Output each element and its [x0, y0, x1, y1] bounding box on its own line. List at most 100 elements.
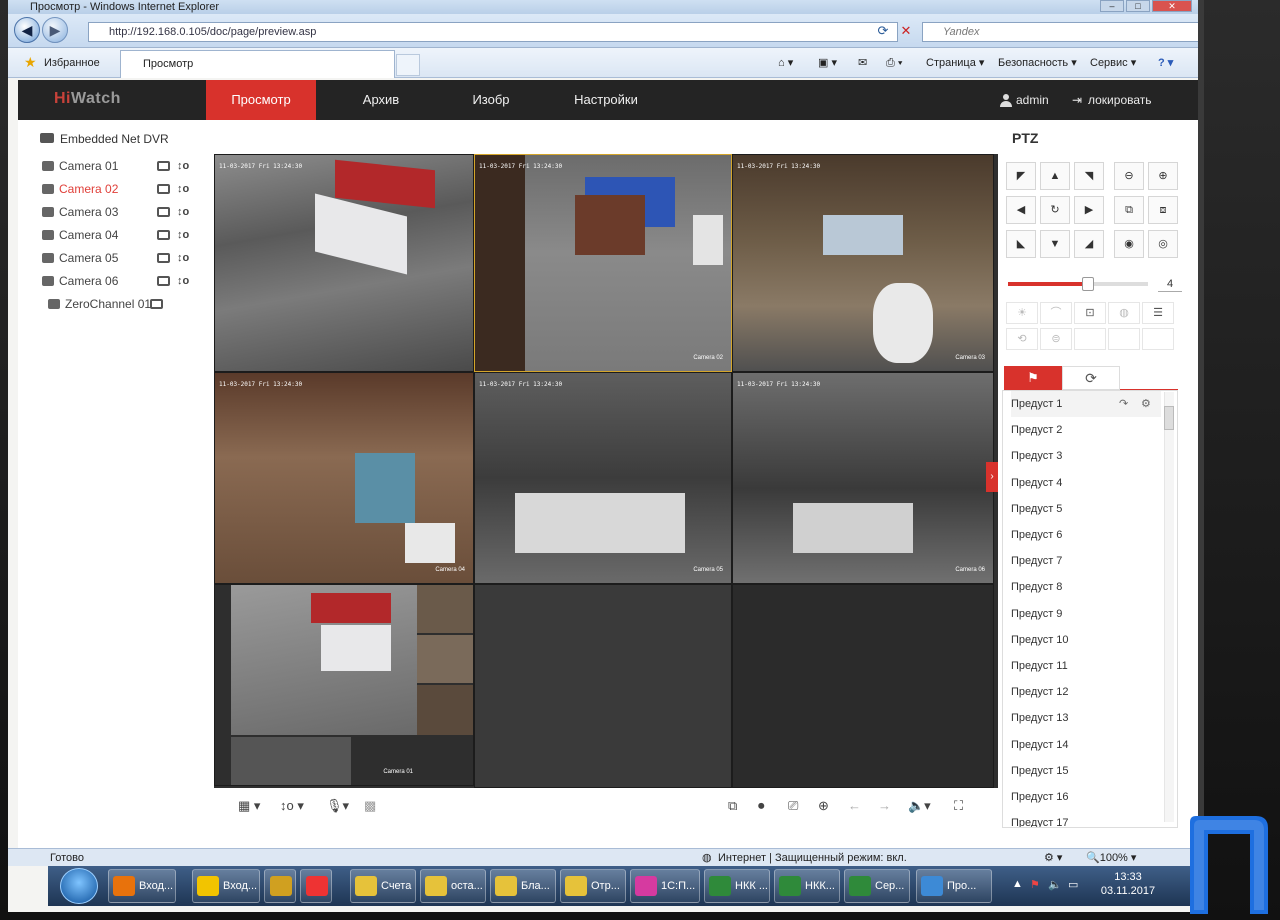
menu-icon[interactable]: ☰: [1142, 302, 1174, 324]
record-icon[interactable]: [157, 253, 170, 263]
home-icon[interactable]: ⌂ ▾: [778, 56, 793, 70]
zoom-level[interactable]: 🔍100% ▾: [1086, 849, 1136, 867]
ptz-up-right-button[interactable]: ◥: [1074, 162, 1104, 190]
focus-assist-icon[interactable]: ⊡: [1074, 302, 1106, 324]
stop-all-icon[interactable]: ⧉: [728, 798, 737, 814]
menu-page[interactable]: Страница ▾: [926, 56, 984, 70]
stream-icon[interactable]: ↕o: [177, 159, 190, 173]
manual-track-icon[interactable]: ⟲: [1006, 328, 1038, 350]
ptz-right-button[interactable]: ▶: [1074, 196, 1104, 224]
video-tile-2[interactable]: 11-03-2017 Fri 13:24:30 Camera 02: [474, 154, 732, 372]
preset-scrollbar[interactable]: [1164, 392, 1174, 822]
search-input[interactable]: Yandex: [922, 22, 1198, 42]
ptz-left-button[interactable]: ◀: [1006, 196, 1036, 224]
preset-item[interactable]: Предуст 2: [1011, 417, 1161, 443]
zoom-in-icon[interactable]: ⊕: [1148, 162, 1178, 190]
call-preset-icon[interactable]: ↷: [1119, 391, 1128, 417]
video-tile-9-empty[interactable]: [732, 584, 994, 788]
taskbar-app[interactable]: Счета: [350, 869, 416, 903]
fullscreen-icon[interactable]: ⛶: [954, 798, 963, 814]
back-button[interactable]: ◀: [14, 17, 40, 43]
new-tab-button[interactable]: [396, 54, 420, 76]
taskbar-app[interactable]: Вход...: [108, 869, 176, 903]
minimize-button[interactable]: –: [1100, 0, 1124, 12]
stop-icon[interactable]: ✕: [896, 22, 916, 42]
tab-preview[interactable]: Просмотр: [206, 80, 316, 120]
stream-icon[interactable]: ↕o: [177, 274, 190, 288]
action-center-icon[interactable]: ⚑: [1030, 878, 1040, 891]
print-icon[interactable]: ⎙ ▾: [886, 56, 902, 70]
preset-item[interactable]: Предуст 3: [1011, 443, 1161, 469]
stream-icon[interactable]: ↕o: [177, 205, 190, 219]
stream-icon[interactable]: ↕o: [177, 228, 190, 242]
collapse-panel-button[interactable]: ›: [986, 462, 998, 492]
lens-init-icon[interactable]: ◍: [1108, 302, 1140, 324]
lock-button[interactable]: ⇥ локировать: [1070, 80, 1152, 120]
camera-item-02[interactable]: Camera 02 ↕o: [42, 179, 202, 199]
network-icon[interactable]: ▭: [1068, 878, 1078, 891]
record-icon[interactable]: [157, 276, 170, 286]
preset-item[interactable]: Предуст 13: [1011, 705, 1161, 731]
help-icon[interactable]: ? ▾: [1158, 56, 1173, 70]
media-player-icon[interactable]: [264, 869, 296, 903]
tab-image[interactable]: Изобр: [436, 80, 546, 120]
iris-close-icon[interactable]: ◎: [1148, 230, 1178, 258]
stream-icon[interactable]: ↕o: [177, 182, 190, 196]
preset-item[interactable]: Предуст 16: [1011, 784, 1161, 810]
record-icon[interactable]: [157, 230, 170, 240]
video-wall-icon[interactable]: ▩: [364, 798, 376, 814]
preset-item[interactable]: Предуст 14: [1011, 732, 1161, 758]
video-tile-7[interactable]: Camera 01: [214, 584, 474, 786]
taskbar-app[interactable]: Сер...: [844, 869, 910, 903]
preset-item[interactable]: Предуст 8: [1011, 574, 1161, 600]
iris-open-icon[interactable]: ◉: [1114, 230, 1144, 258]
focus-near-icon[interactable]: ⧉: [1114, 196, 1144, 224]
zero-channel-item[interactable]: ZeroChannel 01: [48, 294, 208, 314]
preset-item[interactable]: Предуст 9: [1011, 601, 1161, 627]
record-all-icon[interactable]: ⎚: [788, 798, 798, 814]
yandex-browser-icon[interactable]: [300, 869, 332, 903]
forward-button[interactable]: ▶: [42, 17, 68, 43]
volume-icon[interactable]: 🔈▾: [908, 798, 931, 814]
record-icon[interactable]: [157, 161, 170, 171]
video-tile-8-empty[interactable]: [474, 584, 732, 788]
ptz-auto-button[interactable]: ↻: [1040, 196, 1070, 224]
close-button[interactable]: ✕: [1152, 0, 1192, 12]
microphone-icon[interactable]: 🎙▾: [326, 798, 349, 814]
taskbar-app[interactable]: Вход...: [192, 869, 260, 903]
stream-icon[interactable]: ↕o: [177, 251, 190, 265]
video-tile-1[interactable]: 11-03-2017 Fri 13:24:30: [214, 154, 474, 372]
preset-item[interactable]: Предуст 6: [1011, 522, 1161, 548]
ptz-down-left-button[interactable]: ◣: [1006, 230, 1036, 258]
favorites-button[interactable]: Избранное: [22, 53, 106, 73]
preset-item[interactable]: Предуст 4: [1011, 470, 1161, 496]
camera-item-04[interactable]: Camera 04 ↕o: [42, 225, 202, 245]
zoom-icon[interactable]: ⊕: [818, 798, 829, 814]
ptz-down-right-button[interactable]: ◢: [1074, 230, 1104, 258]
preset-item[interactable]: Предуст 7: [1011, 548, 1161, 574]
tab-settings[interactable]: Настройки: [546, 80, 666, 120]
protected-mode-icon[interactable]: ⚙ ▾: [1044, 849, 1062, 867]
stream-type-icon[interactable]: ↕o ▾: [280, 798, 304, 814]
ptz-up-left-button[interactable]: ◤: [1006, 162, 1036, 190]
video-tile-5[interactable]: 11-03-2017 Fri 13:24:30 Camera 05: [474, 372, 732, 584]
tab-archive[interactable]: Архив: [326, 80, 436, 120]
taskbar-app[interactable]: 1С:П...: [630, 869, 700, 903]
taskbar-app[interactable]: Отр...: [560, 869, 626, 903]
browser-tab[interactable]: Просмотр: [120, 50, 395, 78]
preset-item[interactable]: Предуст 5: [1011, 496, 1161, 522]
ptz-speed-slider[interactable]: [1008, 277, 1148, 291]
address-bar[interactable]: http://192.168.0.105/doc/page/preview.as…: [88, 22, 898, 42]
camera-item-03[interactable]: Camera 03 ↕o: [42, 202, 202, 222]
ptz-up-button[interactable]: ▲: [1040, 162, 1070, 190]
preset-item[interactable]: Предуст 11: [1011, 653, 1161, 679]
capture-icon[interactable]: ⏺: [758, 798, 765, 814]
taskbar-app[interactable]: оста...: [420, 869, 486, 903]
camera-item-06[interactable]: Camera 06 ↕o: [42, 271, 202, 291]
wiper-icon[interactable]: ⌒: [1040, 302, 1072, 324]
preset-item[interactable]: Предуст 10: [1011, 627, 1161, 653]
tab-presets[interactable]: ⚑: [1004, 366, 1062, 390]
video-tile-4[interactable]: 11-03-2017 Fri 13:24:30 Camera 04: [214, 372, 474, 584]
preset-item[interactable]: Предуст 1 ↷ ⚙: [1011, 391, 1161, 417]
start-button[interactable]: [60, 868, 98, 904]
